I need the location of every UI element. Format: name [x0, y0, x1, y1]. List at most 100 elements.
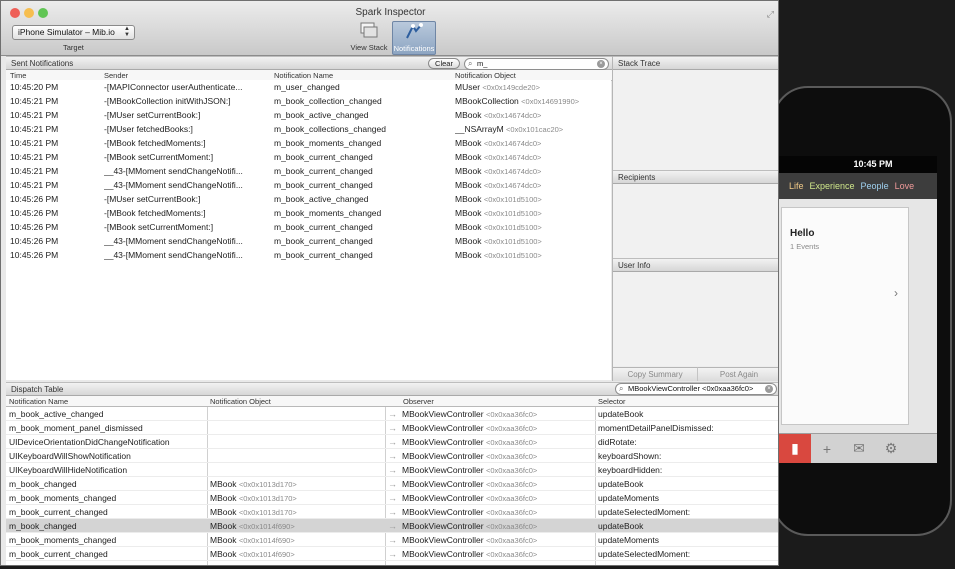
- dispatch-search-value: MBookViewController <0x0xaa36fc0>: [628, 384, 754, 393]
- object-address: <0x0x14674dc0>: [483, 181, 542, 190]
- observer-class: MBookViewController: [402, 409, 484, 419]
- category-people[interactable]: People: [861, 181, 889, 191]
- dispatch-table[interactable]: m_book_active_changed → MBookViewControll…: [6, 407, 778, 565]
- dispatch-row[interactable]: UIKeyboardWillHideNotification → MBookVie…: [6, 463, 778, 477]
- dispatch-search-input[interactable]: ⌕ MBookViewController <0x0xaa36fc0> ×: [615, 383, 777, 395]
- object-class: MBook: [455, 194, 482, 204]
- notification-time: 10:45:21 PM: [10, 166, 59, 176]
- dispatch-column-header: Notification Name Notification Object Ob…: [6, 396, 778, 407]
- notification-time: 10:45:21 PM: [10, 138, 59, 148]
- observer-class: MBookViewController: [402, 521, 484, 531]
- observer-address: <0x0xaa36fc0>: [485, 424, 538, 433]
- event-card-title: Hello: [790, 228, 815, 239]
- book-icon[interactable]: ▮: [779, 433, 811, 463]
- col-dispatch-name[interactable]: Notification Name: [9, 396, 68, 407]
- notifications-button[interactable]: Notifications: [392, 21, 436, 55]
- simulator-screen[interactable]: 10:45 PM Life Experience People Love Hel…: [779, 156, 937, 463]
- notification-name: m_book_current_changed: [274, 166, 373, 176]
- view-stack-button[interactable]: View Stack: [347, 21, 391, 55]
- gear-icon[interactable]: ⚙: [875, 434, 907, 464]
- notification-row[interactable]: 10:45:21 PM -[MUser fetchedBooks:] m_book_…: [6, 122, 611, 136]
- clear-search-icon[interactable]: ×: [597, 60, 605, 68]
- notification-row[interactable]: 10:45:21 PM -[MUser setCurrentBook:] m_boo…: [6, 108, 611, 122]
- category-love[interactable]: Love: [895, 181, 915, 191]
- notification-object: __NSArrayM <0x0x101cac20>: [455, 122, 605, 137]
- notification-row[interactable]: 10:45:26 PM __43-[MMoment sendChangeNotif…: [6, 248, 611, 262]
- col-observer[interactable]: Observer: [403, 396, 434, 407]
- col-dispatch-object[interactable]: Notification Object: [210, 396, 271, 407]
- dispatch-observer: MBookViewController <0x0xaa36fc0>: [402, 547, 592, 562]
- col-selector[interactable]: Selector: [598, 396, 626, 407]
- target-select[interactable]: iPhone Simulator – Mib.io ▲ ▼: [12, 25, 135, 40]
- dispatch-selector: updateMoments: [598, 493, 659, 503]
- dispatch-selector: updateMoments: [598, 535, 659, 545]
- dispatch-row[interactable]: m_book_changed MBook <0x0x1013d170> → MBook…: [6, 477, 778, 492]
- notification-row[interactable]: 10:45:21 PM -[MBookCollection initWithJSO…: [6, 94, 611, 108]
- object-address: <0x0x14674dc0>: [483, 153, 542, 162]
- sent-notifications-table[interactable]: 10:45:20 PM -[MAPIConnector userAuthentic…: [6, 80, 611, 380]
- object-class: MBook: [455, 208, 482, 218]
- recipients-header: Recipients: [613, 170, 778, 184]
- notification-row[interactable]: 10:45:21 PM __43-[MMoment sendChangeNotif…: [6, 164, 611, 178]
- window-title: Spark Inspector: [355, 7, 426, 18]
- observer-class: MBookViewController: [402, 451, 484, 461]
- notification-row[interactable]: 10:45:26 PM -[MBook setCurrentMoment:] m_b…: [6, 220, 611, 234]
- notification-row[interactable]: 10:45:21 PM -[MBook setCurrentMoment:] m_b…: [6, 150, 611, 164]
- observer-class: MBookViewController: [402, 437, 484, 447]
- notification-row[interactable]: 10:45:20 PM -[MAPIConnector userAuthentic…: [6, 80, 611, 94]
- object-class: MBook: [210, 493, 237, 503]
- object-address: <0x0x14674dc0>: [483, 111, 542, 120]
- chevron-right-icon[interactable]: ›: [894, 286, 898, 300]
- dispatch-row[interactable]: UIKeyboardWillShowNotification → MBookVie…: [6, 449, 778, 463]
- post-again-button[interactable]: Post Again: [697, 367, 778, 381]
- category-life[interactable]: Life: [789, 181, 804, 191]
- clear-button[interactable]: Clear: [428, 58, 460, 69]
- dispatch-row[interactable]: m_book_moment_panel_dismissed → MBookView…: [6, 421, 778, 435]
- dispatch-notification-name: UIKeyboardWillShowNotification: [9, 451, 131, 461]
- object-class: MBook: [455, 138, 482, 148]
- fullscreen-icon[interactable]: ⤢: [767, 9, 774, 20]
- object-class: MBook: [210, 479, 237, 489]
- dispatch-row[interactable]: m_book_current_changed MBook <0x0x1014f69…: [6, 547, 778, 562]
- notification-row[interactable]: 10:45:26 PM __43-[MMoment sendChangeNotif…: [6, 234, 611, 248]
- mail-icon[interactable]: ✉: [843, 434, 875, 464]
- notification-row[interactable]: 10:45:21 PM __43-[MMoment sendChangeNotif…: [6, 178, 611, 192]
- user-info-title: User Info: [618, 261, 651, 270]
- notification-time: 10:45:26 PM: [10, 222, 59, 232]
- clear-search-icon[interactable]: ×: [765, 385, 773, 393]
- search-icon: ⌕: [619, 384, 624, 393]
- plus-icon[interactable]: +: [811, 434, 843, 464]
- dispatch-notification-object: MBook <0x0x1014f690>: [210, 519, 382, 534]
- event-card[interactable]: Hello 1 Events ›: [781, 207, 909, 425]
- object-class: MBook: [455, 152, 482, 162]
- dispatch-row[interactable]: UIDeviceOrientationDidChangeNotification…: [6, 435, 778, 449]
- dispatch-notification-object: MBook <0x0x1013d170>: [210, 505, 382, 520]
- notification-name: m_user_changed: [274, 82, 340, 92]
- object-class: MBook: [210, 507, 237, 517]
- dispatch-row[interactable]: m_book_active_changed → MBookViewControll…: [6, 407, 778, 421]
- target-label: Target: [63, 43, 84, 52]
- dispatch-row[interactable]: m_book_current_changed MBook <0x0x1013d17…: [6, 505, 778, 520]
- category-experience[interactable]: Experience: [810, 181, 855, 191]
- dispatch-row[interactable]: m_book_changed MBook <0x0x1014f690> → MBook…: [6, 519, 778, 534]
- notification-sender: -[MBook fetchedMoments:]: [104, 138, 206, 148]
- notification-time: 10:45:26 PM: [10, 250, 59, 260]
- object-class: MBook: [455, 250, 482, 260]
- recipients-list[interactable]: [613, 184, 778, 258]
- notification-row[interactable]: 10:45:26 PM -[MBook fetchedMoments:] m_boo…: [6, 206, 611, 220]
- dispatch-row[interactable]: m_book_moments_changed MBook <0x0x1014f69…: [6, 533, 778, 547]
- observer-address: <0x0xaa36fc0>: [485, 452, 538, 461]
- notifications-search-input[interactable]: ⌕ m_ ×: [464, 58, 609, 70]
- notification-row[interactable]: 10:45:21 PM -[MBook fetchedMoments:] m_boo…: [6, 136, 611, 150]
- stack-trace-list[interactable]: [613, 70, 778, 170]
- user-info-list[interactable]: [613, 272, 778, 366]
- notification-name: m_book_current_changed: [274, 180, 373, 190]
- copy-summary-button[interactable]: Copy Summary: [613, 367, 697, 381]
- observer-class: MBookViewController: [402, 479, 484, 489]
- dispatch-selector: updateBook: [598, 521, 644, 531]
- object-address: <0x0x14674dc0>: [483, 167, 542, 176]
- dispatch-observer: MBookViewController <0x0xaa36fc0>: [402, 477, 592, 492]
- dispatch-row[interactable]: m_book_moments_changed MBook <0x0x1013d17…: [6, 491, 778, 505]
- observer-address: <0x0xaa36fc0>: [485, 438, 538, 447]
- notification-row[interactable]: 10:45:26 PM -[MUser setCurrentBook:] m_boo…: [6, 192, 611, 206]
